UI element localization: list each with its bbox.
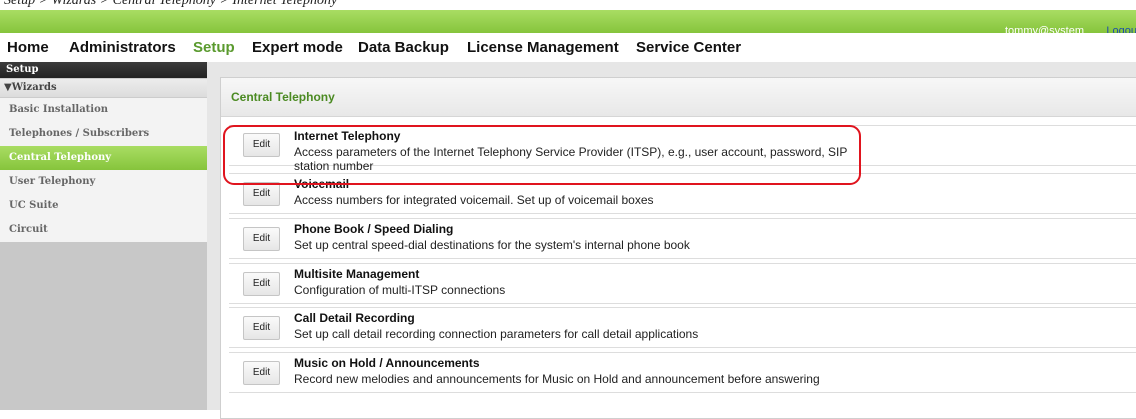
edit-button[interactable]: Edit	[243, 227, 280, 251]
nav-service-center[interactable]: Service Center	[636, 39, 741, 56]
sidebar-group-wizards[interactable]: ▼Wizards	[0, 79, 207, 98]
main-nav: Home Administrators Setup Expert mode Da…	[0, 33, 1136, 60]
nav-home[interactable]: Home	[7, 39, 49, 56]
nav-setup[interactable]: Setup	[193, 39, 235, 56]
row-description: Access numbers for integrated voicemail.…	[294, 193, 654, 207]
edit-button[interactable]: Edit	[243, 361, 280, 385]
wizard-row-internet-telephony: Edit Internet Telephony Access parameter…	[229, 125, 1136, 173]
nav-license-management[interactable]: License Management	[467, 39, 619, 56]
row-title: Phone Book / Speed Dialing	[294, 222, 454, 236]
central-telephony-panel: Central Telephony ? Edit Internet Teleph…	[220, 77, 1136, 419]
wizard-row-multisite-management: Edit Multisite Management Configuration …	[229, 263, 1136, 304]
edit-button[interactable]: Edit	[243, 133, 280, 157]
row-description: Configuration of multi-ITSP connections	[294, 283, 506, 297]
row-description: Access parameters of the Internet Teleph…	[294, 145, 848, 173]
nav-expert-mode[interactable]: Expert mode	[252, 39, 343, 56]
edit-button[interactable]: Edit	[243, 182, 280, 206]
wizard-row-voicemail: Edit Voicemail Access numbers for integr…	[229, 173, 1136, 214]
row-description: Set up central speed-dial destinations f…	[294, 238, 690, 252]
wizard-row-call-detail-recording: Edit Call Detail Recording Set up call d…	[229, 307, 1136, 348]
row-title: Call Detail Recording	[294, 311, 415, 325]
row-title: Multisite Management	[294, 267, 420, 281]
sidebar-item-central-telephony[interactable]: Central Telephony	[0, 146, 207, 170]
content-area: Central Telephony ? Edit Internet Teleph…	[207, 62, 1136, 419]
nav-administrators[interactable]: Administrators	[69, 39, 176, 56]
nav-data-backup[interactable]: Data Backup	[358, 39, 449, 56]
edit-button[interactable]: Edit	[243, 316, 280, 340]
wizard-row-phone-book: Edit Phone Book / Speed Dialing Set up c…	[229, 218, 1136, 259]
sidebar-item-telephones-subscribers[interactable]: Telephones / Subscribers	[0, 122, 207, 146]
row-title: Internet Telephony	[294, 129, 401, 143]
row-title: Music on Hold / Announcements	[294, 356, 480, 370]
page-title: Central Telephony	[231, 90, 335, 104]
sidebar-item-user-telephony[interactable]: User Telephony	[0, 170, 207, 194]
sidebar-list: ▼Wizards Basic Installation Telephones /…	[0, 78, 207, 242]
row-description: Record new melodies and announcements fo…	[294, 372, 820, 386]
row-description: Set up call detail recording connection …	[294, 327, 699, 341]
breadcrumb-caption: Setup > Wizards > Central Telephony > In…	[4, 0, 338, 8]
sidebar-item-uc-suite[interactable]: UC Suite	[0, 194, 207, 218]
sidebar: Setup ▼Wizards Basic Installation Teleph…	[0, 62, 207, 410]
edit-button[interactable]: Edit	[243, 272, 280, 296]
panel-header: Central Telephony ?	[221, 78, 1136, 117]
wizard-row-music-on-hold: Edit Music on Hold / Announcements Recor…	[229, 352, 1136, 393]
sidebar-item-circuit[interactable]: Circuit	[0, 218, 207, 242]
sidebar-item-basic-installation[interactable]: Basic Installation	[0, 98, 207, 122]
row-title: Voicemail	[294, 177, 350, 191]
top-bar: tommy@system Logout	[0, 10, 1136, 37]
sidebar-header: Setup	[0, 62, 207, 78]
